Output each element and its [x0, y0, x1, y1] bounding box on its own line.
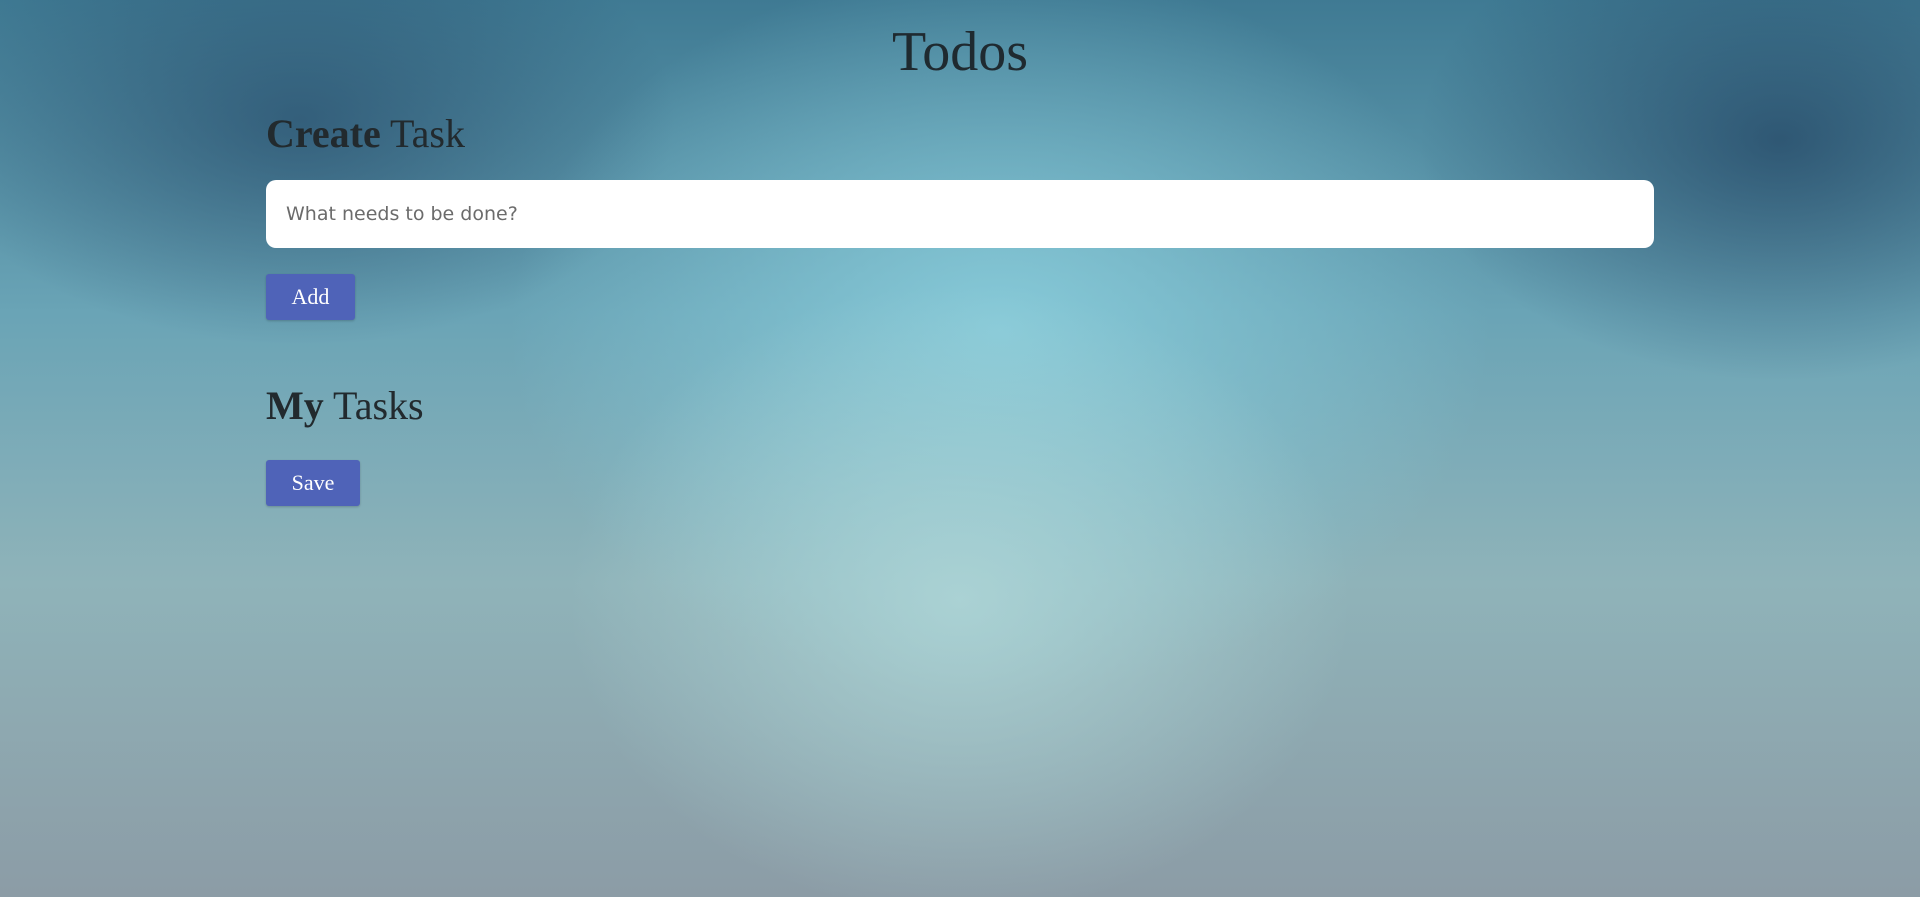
add-task-button[interactable]: Add	[266, 274, 355, 320]
my-tasks-heading-rest: Tasks	[333, 383, 424, 428]
my-tasks-heading-bold: My	[266, 383, 324, 428]
create-task-heading: Create Task	[266, 110, 1654, 158]
create-task-heading-rest: Task	[390, 111, 465, 156]
add-button-row: Add	[266, 248, 1654, 320]
save-tasks-button[interactable]: Save	[266, 460, 360, 506]
create-task-heading-bold: Create	[266, 111, 381, 156]
save-button-row: Save	[266, 430, 1654, 506]
new-task-input[interactable]	[266, 180, 1654, 248]
page-title: Todos	[891, 21, 1029, 83]
todo-app: Todos Create Task Add My Tasks Save	[266, 0, 1654, 897]
my-tasks-heading: My Tasks	[266, 382, 1654, 430]
